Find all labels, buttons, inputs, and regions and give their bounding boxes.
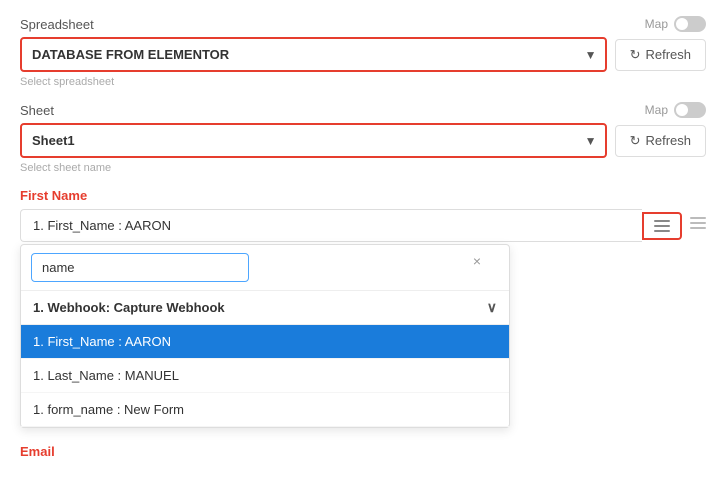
sheet-select[interactable]: Sheet1 (20, 123, 607, 158)
spreadsheet-refresh-label: Refresh (645, 47, 691, 62)
dropdown-item-1[interactable]: 1. Last_Name : MANUEL (21, 359, 509, 393)
sheet-refresh-label: Refresh (645, 133, 691, 148)
search-clear-icon[interactable]: × (473, 253, 481, 269)
spreadsheet-map-toggle[interactable] (674, 16, 706, 32)
side-menu-icon[interactable] (690, 209, 706, 229)
email-label: Email (20, 444, 706, 459)
spreadsheet-refresh-button[interactable]: ↻ Refresh (615, 39, 706, 71)
first-name-menu-button[interactable] (642, 212, 682, 240)
sheet-refresh-icon: ↻ (630, 133, 641, 149)
spreadsheet-map-label: Map (645, 17, 668, 31)
dropdown-popup: × 1. Webhook: Capture Webhook ∨ 1. First… (20, 244, 510, 428)
spreadsheet-helper-text: Select spreadsheet (20, 76, 706, 88)
sheet-refresh-button[interactable]: ↻ Refresh (615, 125, 706, 157)
chevron-down-icon: ∨ (487, 299, 497, 316)
sheet-label: Sheet (20, 103, 54, 118)
first-name-value[interactable]: 1. First_Name : AARON (20, 209, 642, 242)
first-name-main: 1. First_Name : AARON × (20, 209, 682, 428)
dropdown-group-header[interactable]: 1. Webhook: Capture Webhook ∨ (21, 291, 509, 325)
dropdown-item-2[interactable]: 1. form_name : New Form (21, 393, 509, 427)
sheet-map-label: Map (645, 103, 668, 117)
spreadsheet-label: Spreadsheet (20, 17, 94, 32)
search-input[interactable] (31, 253, 249, 282)
search-wrapper: × (31, 253, 499, 282)
spreadsheet-select-wrapper: DATABASE FROM ELEMENTOR ▼ (20, 37, 607, 72)
sheet-select-wrapper: Sheet1 ▼ (20, 123, 607, 158)
spreadsheet-select[interactable]: DATABASE FROM ELEMENTOR (20, 37, 607, 72)
sheet-helper-text: Select sheet name (20, 162, 706, 174)
dropdown-group-label: 1. Webhook: Capture Webhook (33, 300, 225, 315)
search-row: × (21, 245, 509, 291)
first-name-label: First Name (20, 188, 706, 203)
dropdown-item-0[interactable]: 1. First_Name : AARON (21, 325, 509, 359)
spreadsheet-refresh-icon: ↻ (630, 47, 641, 63)
first-name-menu-icon (654, 220, 670, 232)
sheet-map-toggle[interactable] (674, 102, 706, 118)
